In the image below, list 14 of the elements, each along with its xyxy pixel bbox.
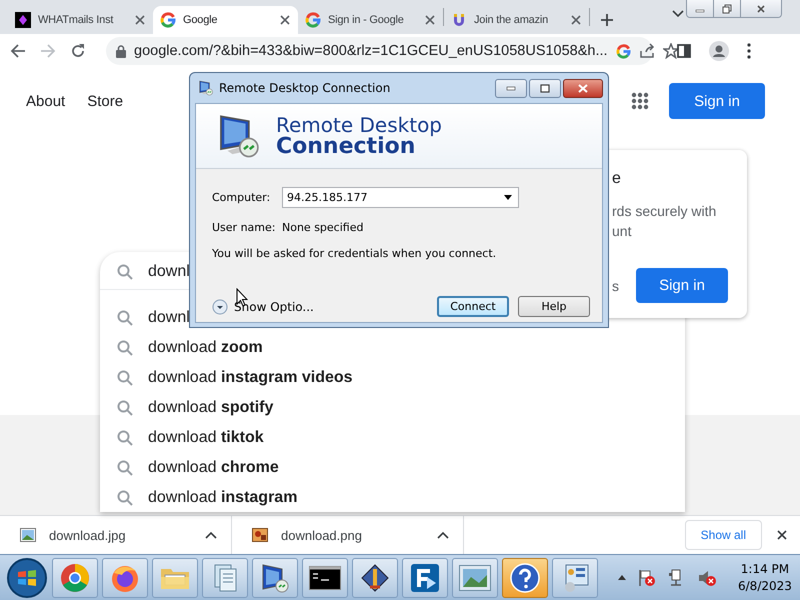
search-value: downl: [148, 263, 190, 281]
url-text: google.com/?&bih=433&biw=800&rlz=1C1GCEU_enUS1058US1058&h...: [134, 43, 608, 59]
banner-title: Connection: [276, 136, 416, 158]
field-label: User name:: [212, 220, 276, 234]
clock-time: 1:14 PM: [740, 560, 790, 578]
card-text: rds securely with: [612, 202, 718, 221]
field-value: None specified: [282, 220, 364, 234]
field-label: Computer:: [212, 190, 272, 204]
clock-date: 6/8/2023: [738, 578, 792, 594]
window-title: Remote Desktop Connection: [219, 81, 392, 95]
info-text: You will be asked for credentials when you connect.: [212, 247, 498, 260]
card-text: unt: [612, 222, 632, 241]
banner-title: Remote Desktop: [276, 114, 442, 136]
card-heading: e: [612, 170, 622, 189]
